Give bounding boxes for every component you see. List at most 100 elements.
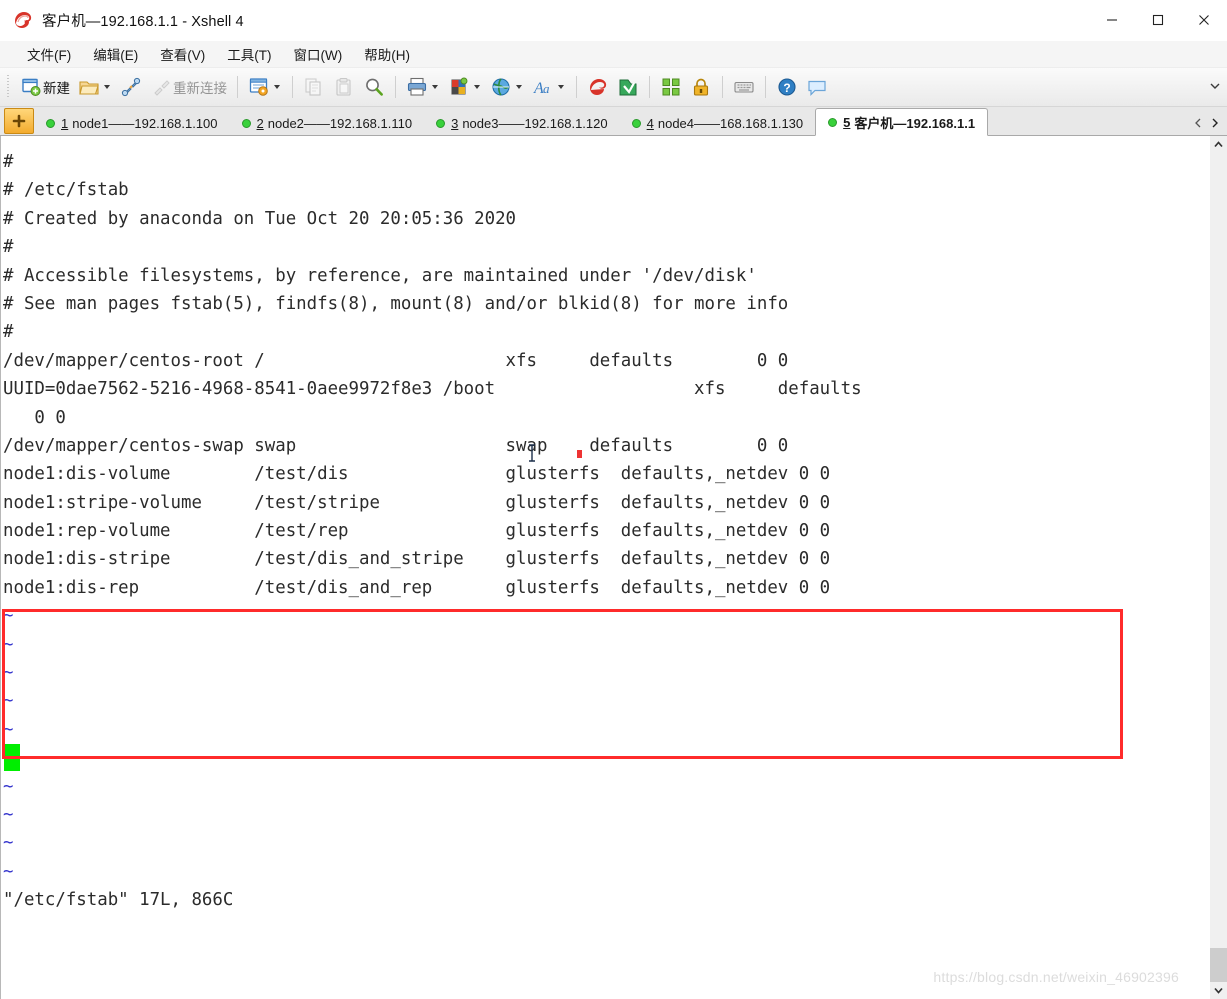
vim-tilde-line: ~ bbox=[3, 663, 14, 684]
appearance-button[interactable] bbox=[445, 73, 485, 101]
menu-tools[interactable]: 工具(T) bbox=[216, 41, 282, 67]
font-button[interactable]: A a bbox=[529, 73, 569, 101]
plus-icon bbox=[12, 114, 26, 128]
toolbar-separator-1 bbox=[237, 76, 238, 98]
find-button[interactable] bbox=[360, 73, 388, 101]
xshell-button[interactable] bbox=[584, 73, 612, 101]
menu-bar: 文件(F) 编辑(E) 查看(V) 工具(T) 窗口(W) 帮助(H) bbox=[0, 41, 1227, 68]
disconnect-icon bbox=[154, 80, 170, 96]
tab-label: node3——192.168.1.120 bbox=[462, 115, 608, 131]
menu-help[interactable]: 帮助(H) bbox=[353, 41, 421, 67]
vim-empty-lines: ~ ~ ~ ~ ~ ~ ~ ~ ~ ~ bbox=[3, 602, 1209, 886]
print-button[interactable] bbox=[403, 73, 443, 101]
scroll-up-button[interactable] bbox=[1210, 136, 1227, 153]
xshell-logo-icon bbox=[12, 9, 34, 31]
font-dropdown-arrow[interactable] bbox=[558, 85, 564, 89]
new-session-label: 新建 bbox=[43, 81, 70, 96]
chat-bubble-icon bbox=[808, 80, 826, 96]
toolbar-separator-7 bbox=[765, 76, 766, 98]
web-dropdown-arrow[interactable] bbox=[516, 85, 522, 89]
terminal-screen[interactable]: # # /etc/fstab # Created by anaconda on … bbox=[0, 136, 1209, 999]
xftp-button[interactable] bbox=[614, 73, 642, 101]
font-icon: A a bbox=[533, 80, 550, 97]
tab-scroll-left-button[interactable] bbox=[1189, 112, 1206, 134]
vim-tilde-line: ~ bbox=[3, 606, 14, 627]
toolbar: 新建 重新连接 A a ? bbox=[0, 68, 1227, 107]
globe-icon bbox=[492, 78, 510, 96]
terminal-line: UUID=0dae7562-5216-4968-8541-0aee9972f8e… bbox=[3, 379, 862, 400]
vim-tilde-line: ~ bbox=[3, 691, 14, 712]
connect-button[interactable] bbox=[117, 73, 145, 101]
terminal-line: # /etc/fstab bbox=[3, 180, 129, 201]
lock-button[interactable] bbox=[687, 73, 715, 101]
web-button[interactable] bbox=[487, 73, 527, 101]
print-dropdown-arrow[interactable] bbox=[432, 85, 438, 89]
tab-label: node1——192.168.1.100 bbox=[72, 115, 218, 131]
close-button[interactable] bbox=[1181, 0, 1227, 40]
xftp-icon bbox=[619, 79, 637, 96]
vim-tilde-line: ~ bbox=[3, 861, 14, 882]
terminal-cursor bbox=[4, 744, 20, 771]
session-manager-dropdown-arrow[interactable] bbox=[274, 85, 280, 89]
tab-node4[interactable]: 4 node4——168.168.1.130 bbox=[620, 111, 816, 135]
tab-node1[interactable]: 1 node1——192.168.1.100 bbox=[34, 111, 230, 135]
tab-status-dot bbox=[46, 118, 55, 128]
toolbar-separator-6 bbox=[722, 76, 723, 98]
maximize-button[interactable] bbox=[1135, 0, 1181, 40]
help-button[interactable]: ? bbox=[773, 73, 801, 101]
folder-open-icon bbox=[79, 81, 99, 95]
vertical-scrollbar[interactable] bbox=[1209, 136, 1227, 999]
toolbar-overflow-button[interactable] bbox=[1210, 78, 1220, 96]
tab-status-dot bbox=[436, 118, 446, 128]
open-session-dropdown-arrow[interactable] bbox=[104, 85, 110, 89]
tab-index: 1 bbox=[61, 115, 69, 131]
xshell-window: 客户机—192.168.1.1 - Xshell 4 文件(F) 编辑(E) 查… bbox=[0, 0, 1227, 999]
scroll-down-button[interactable] bbox=[1210, 982, 1227, 999]
terminal-line: /dev/mapper/centos-swap swap swap defaul… bbox=[3, 435, 789, 456]
terminal-line: /dev/mapper/centos-root / xfs defaults 0… bbox=[3, 350, 789, 371]
tab-client-active[interactable]: 5 客户机—192.168.1.1 bbox=[815, 108, 989, 136]
reconnect-label: 重新连接 bbox=[173, 81, 227, 96]
tab-index: 5 bbox=[843, 114, 851, 130]
tab-index: 3 bbox=[451, 115, 459, 131]
vim-status-line: "/etc/fstab" 17L, 866C bbox=[3, 890, 234, 911]
tab-nav-controls bbox=[1189, 111, 1227, 135]
terminal-line-highlighted: node1:dis-stripe /test/dis_and_stripe gl… bbox=[3, 549, 831, 570]
new-tab-button[interactable] bbox=[4, 108, 34, 134]
text-cursor-icon bbox=[529, 444, 535, 462]
keyboard-button[interactable] bbox=[730, 73, 758, 101]
scrollbar-thumb[interactable] bbox=[1210, 948, 1227, 982]
fullscreen-button[interactable] bbox=[657, 73, 685, 101]
tab-scroll-right-button[interactable] bbox=[1206, 112, 1223, 134]
new-session-button[interactable]: 新建 bbox=[17, 73, 73, 101]
vim-tilde-line: ~ bbox=[3, 744, 1209, 772]
tab-node2[interactable]: 2 node2——192.168.1.110 bbox=[230, 111, 425, 135]
scrollbar-track[interactable] bbox=[1210, 153, 1227, 982]
tab-label: 客户机—192.168.1.1 bbox=[854, 115, 976, 131]
menu-view[interactable]: 查看(V) bbox=[149, 41, 216, 67]
help-icon: ? bbox=[778, 78, 796, 96]
printer-icon bbox=[407, 77, 427, 96]
open-session-button[interactable] bbox=[75, 73, 115, 101]
appearance-dropdown-arrow[interactable] bbox=[474, 85, 480, 89]
terminal-line-highlighted: node1:rep-volume /test/rep glusterfs def… bbox=[3, 521, 831, 542]
session-manager-button[interactable] bbox=[245, 73, 285, 101]
toolbar-separator-5 bbox=[649, 76, 650, 98]
menu-file[interactable]: 文件(F) bbox=[16, 41, 82, 67]
tab-status-dot bbox=[828, 117, 838, 127]
terminal-line: # bbox=[3, 237, 14, 258]
minimize-button[interactable] bbox=[1089, 0, 1135, 40]
feedback-button[interactable] bbox=[803, 73, 831, 101]
reconnect-button: 重新连接 bbox=[147, 73, 230, 101]
window-title: 客户机—192.168.1.1 - Xshell 4 bbox=[42, 13, 244, 30]
terminal-line: 0 0 bbox=[3, 407, 66, 428]
tab-node3[interactable]: 3 node3——192.168.1.120 bbox=[424, 111, 620, 135]
terminal-line-highlighted: node1:dis-volume /test/dis glusterfs def… bbox=[3, 464, 831, 485]
copy-icon bbox=[305, 78, 321, 96]
menu-window[interactable]: 窗口(W) bbox=[283, 41, 354, 67]
tab-status-dot bbox=[631, 118, 641, 128]
toolbar-grip[interactable] bbox=[6, 75, 12, 99]
menu-edit[interactable]: 编辑(E) bbox=[82, 41, 149, 67]
tab-index: 2 bbox=[256, 115, 264, 131]
vim-tilde-line: ~ bbox=[3, 804, 14, 825]
